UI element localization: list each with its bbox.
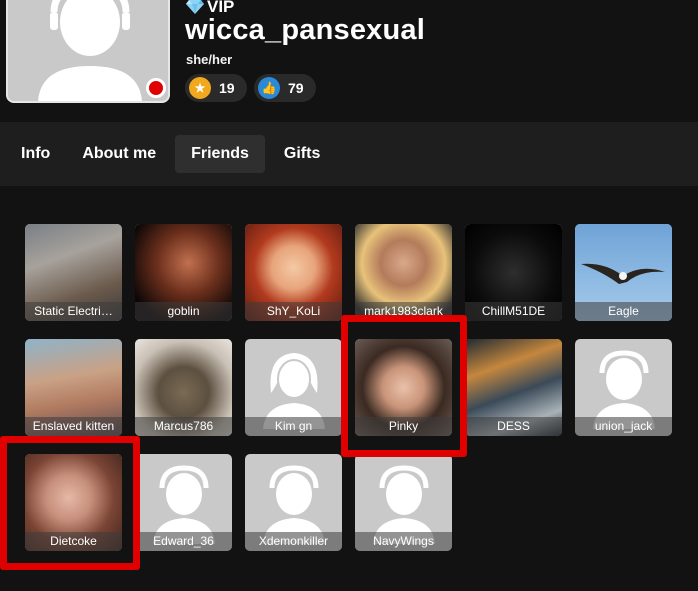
default-user-icon bbox=[38, 0, 142, 101]
friend-name: ChillM51DE bbox=[465, 302, 562, 321]
friend-name: Kim gn bbox=[245, 417, 342, 436]
friend-card[interactable]: ChillM51DE bbox=[465, 224, 562, 321]
friend-name: NavyWings bbox=[355, 532, 452, 551]
stars-stat[interactable]: ★ 19 bbox=[185, 74, 247, 102]
profile-username: wicca_pansexual bbox=[185, 14, 425, 46]
likes-count: 79 bbox=[288, 80, 304, 96]
friend-name: union_jack bbox=[575, 417, 672, 436]
friend-card[interactable]: NavyWings bbox=[355, 454, 452, 551]
diamond-icon bbox=[186, 0, 204, 14]
highlight-box-dietcoke bbox=[0, 436, 140, 570]
friend-name: ShY_KoLi bbox=[245, 302, 342, 321]
friend-name: Static Electri… bbox=[25, 302, 122, 321]
tab-info[interactable]: Info bbox=[8, 135, 63, 173]
friend-card[interactable]: Xdemonkiller bbox=[245, 454, 342, 551]
stars-count: 19 bbox=[219, 80, 235, 96]
online-status-dot bbox=[146, 78, 166, 98]
friend-name: goblin bbox=[135, 302, 232, 321]
profile-pronouns: she/her bbox=[186, 52, 233, 67]
tab-about-me[interactable]: About me bbox=[69, 135, 169, 173]
friends-grid: Static Electri… goblin ShY_KoLi mark1983… bbox=[0, 186, 698, 591]
highlight-box-pinky bbox=[341, 315, 467, 457]
star-icon: ★ bbox=[189, 77, 211, 99]
friend-card[interactable]: Enslaved kitten bbox=[25, 339, 122, 436]
profile-header: VIP wicca_pansexual she/her ★ 19 👍 79 bbox=[0, 0, 698, 122]
friend-card[interactable]: union_jack bbox=[575, 339, 672, 436]
thumbs-up-icon: 👍 bbox=[258, 77, 280, 99]
friend-name: Edward_36 bbox=[135, 532, 232, 551]
tab-friends[interactable]: Friends bbox=[175, 135, 265, 173]
friend-name: Xdemonkiller bbox=[245, 532, 342, 551]
friend-card[interactable]: Static Electri… bbox=[25, 224, 122, 321]
friend-card[interactable]: goblin bbox=[135, 224, 232, 321]
friend-card[interactable]: DESS bbox=[465, 339, 562, 436]
likes-stat[interactable]: 👍 79 bbox=[254, 74, 316, 102]
friend-card[interactable]: Edward_36 bbox=[135, 454, 232, 551]
friend-name: Enslaved kitten bbox=[25, 417, 122, 436]
tab-gifts[interactable]: Gifts bbox=[271, 135, 333, 173]
profile-tabs: Info About me Friends Gifts bbox=[0, 122, 698, 186]
friend-card[interactable]: Marcus786 bbox=[135, 339, 232, 436]
friend-card[interactable]: mark1983clark bbox=[355, 224, 452, 321]
friend-name: Eagle bbox=[575, 302, 672, 321]
friend-name: Marcus786 bbox=[135, 417, 232, 436]
friend-card[interactable]: ShY_KoLi bbox=[245, 224, 342, 321]
friend-card[interactable]: Kim gn bbox=[245, 339, 342, 436]
friend-name: DESS bbox=[465, 417, 562, 436]
friend-card[interactable]: Eagle bbox=[575, 224, 672, 321]
